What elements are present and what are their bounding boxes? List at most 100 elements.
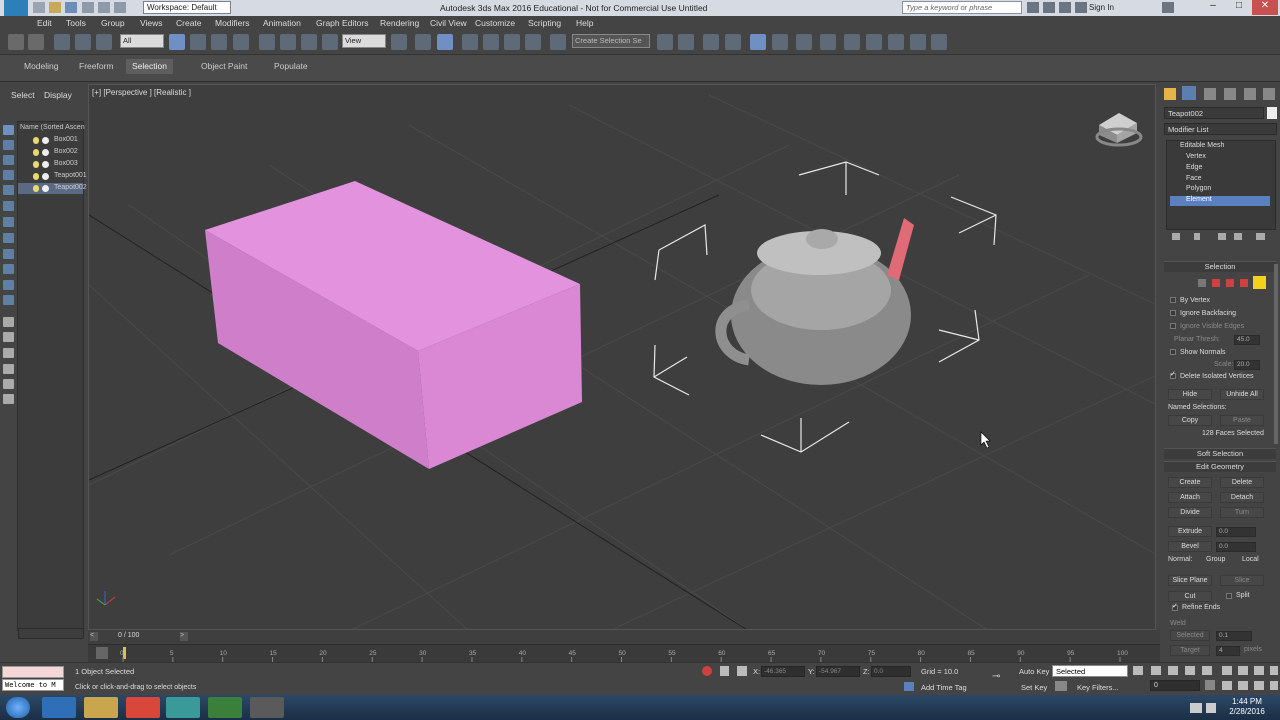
go-to-end-icon[interactable] (1202, 666, 1212, 675)
refine-ends-checkbox[interactable] (1172, 602, 1178, 611)
redo-icon[interactable] (98, 2, 110, 13)
object-name-field[interactable]: Teapot002 (1164, 107, 1264, 119)
pin-stack-icon[interactable] (1172, 233, 1180, 240)
x-coordinate-field[interactable]: -46.365 (761, 666, 805, 677)
display-cameras-icon[interactable] (3, 217, 14, 227)
perspective-viewport[interactable]: [+] [Perspective ] [Realistic ] (88, 84, 1156, 630)
display-bones-icon[interactable] (3, 295, 14, 305)
teapot-object[interactable] (715, 218, 914, 385)
render-activeshade-icon[interactable] (910, 34, 926, 50)
menu-rendering[interactable]: Rendering (380, 18, 419, 28)
menu-animation[interactable]: Animation (263, 18, 301, 28)
maxscript-listener-input[interactable] (2, 666, 64, 678)
stack-vertex[interactable]: Vertex (1170, 153, 1270, 163)
app-menu-icon[interactable] (4, 0, 28, 16)
hide-button[interactable]: Hide (1168, 389, 1212, 400)
render-iterative-icon[interactable] (888, 34, 904, 50)
extrude-button[interactable]: Extrude (1168, 526, 1212, 537)
rotate-icon[interactable] (280, 34, 296, 50)
workspace-dropdown[interactable]: Workspace: Default (143, 1, 231, 14)
menu-civil-view[interactable]: Civil View (430, 18, 467, 28)
subscription-icon[interactable] (1043, 2, 1055, 13)
hierarchy-tab-icon[interactable] (1204, 88, 1216, 100)
stack-face[interactable]: Face (1170, 175, 1270, 185)
bulb-icon[interactable] (33, 173, 39, 180)
menu-customize[interactable]: Customize (475, 18, 515, 28)
mirror-icon[interactable] (657, 34, 673, 50)
project-folder-icon[interactable] (114, 2, 126, 13)
bulb-icon[interactable] (33, 161, 39, 168)
edge-mode-icon[interactable] (1212, 279, 1220, 287)
filter-icon[interactable] (3, 364, 14, 374)
rendered-frame-window-icon[interactable] (844, 34, 860, 50)
place-icon[interactable] (322, 34, 338, 50)
weld-target-button[interactable]: Target (1170, 645, 1210, 656)
help-icon[interactable] (1162, 2, 1174, 13)
face-mode-icon[interactable] (1226, 279, 1234, 287)
selection-lock-icon[interactable] (720, 666, 729, 676)
time-slider-next[interactable]: > (180, 632, 188, 641)
play-icon[interactable] (1168, 666, 1178, 675)
modifier-list-dropdown[interactable]: Modifier List (1164, 123, 1277, 135)
column-header-name[interactable]: Name (Sorted Ascen (20, 124, 85, 131)
scale-spinner[interactable]: 20.0 (1234, 360, 1260, 370)
key-mode-dropdown[interactable]: Selected (1052, 665, 1128, 677)
menu-modifiers[interactable]: Modifiers (215, 18, 249, 28)
percent-snap-icon[interactable] (504, 34, 520, 50)
stack-editable-mesh[interactable]: Editable Mesh (1170, 142, 1270, 152)
previous-frame-icon[interactable] (1151, 666, 1161, 675)
delete-button[interactable]: Delete (1220, 477, 1264, 488)
planar-thresh-spinner[interactable]: 45.0 (1234, 335, 1260, 345)
bulb-icon[interactable] (33, 185, 39, 192)
list-item[interactable]: Box002 (18, 147, 83, 158)
set-key-icon[interactable]: ⊸ (992, 671, 1010, 683)
orbit-icon[interactable] (1254, 681, 1264, 690)
menu-create[interactable]: Create (176, 18, 202, 28)
tab-object-paint[interactable]: Object Paint (195, 59, 253, 74)
next-frame-icon[interactable] (1185, 666, 1195, 675)
display-tab-icon[interactable] (1244, 88, 1256, 100)
new-scene-icon[interactable] (33, 2, 45, 13)
save-file-icon[interactable] (65, 2, 77, 13)
isolate-selection-icon[interactable] (702, 666, 712, 676)
slice-button[interactable]: Slice (1220, 575, 1264, 586)
track-bar[interactable]: 0 5 10 15 20 25 30 35 40 45 50 55 60 65 70 75 80 85 90 95 10… (88, 644, 1160, 662)
scale-icon[interactable] (301, 34, 317, 50)
selection-filter-dropdown[interactable]: All (120, 34, 164, 48)
open-file-icon[interactable] (49, 2, 61, 13)
configure-modifier-sets-icon[interactable] (1256, 233, 1265, 240)
menu-tools[interactable]: Tools (66, 18, 86, 28)
turn-button[interactable]: Turn (1220, 507, 1264, 518)
tab-selection[interactable]: Selection (126, 59, 173, 74)
display-shapes-icon[interactable] (3, 185, 14, 195)
start-button[interactable] (6, 697, 30, 718)
set-key-button[interactable]: Set Key (1021, 683, 1047, 692)
move-icon[interactable] (259, 34, 275, 50)
spinner-snap-icon[interactable] (525, 34, 541, 50)
rectangular-selection-icon[interactable] (211, 34, 227, 50)
motion-tab-icon[interactable] (1224, 88, 1236, 100)
favorites-icon[interactable] (1075, 2, 1087, 13)
angle-snap-icon[interactable] (483, 34, 499, 50)
slice-plane-button[interactable]: Slice Plane (1168, 575, 1212, 586)
display-xrefs-icon[interactable] (3, 280, 14, 290)
remove-modifier-icon[interactable] (1234, 233, 1242, 240)
modify-tab-icon[interactable] (1182, 86, 1196, 100)
edit-geometry-rollout-header[interactable]: Edit Geometry (1164, 461, 1276, 472)
cut-button[interactable]: Cut (1168, 591, 1212, 602)
layer-manager-icon[interactable] (703, 34, 719, 50)
split-checkbox[interactable] (1226, 593, 1232, 599)
display-geometry-icon[interactable] (3, 170, 14, 180)
show-end-result-icon[interactable] (1194, 233, 1200, 240)
selection-rollout-header[interactable]: Selection (1164, 261, 1276, 272)
redo-icon[interactable] (28, 34, 44, 50)
menu-help[interactable]: Help (576, 18, 593, 28)
display-helpers-icon[interactable] (3, 233, 14, 243)
create-tab-icon[interactable] (1164, 88, 1176, 100)
y-coordinate-field[interactable]: -54.967 (816, 666, 860, 677)
show-normals-checkbox[interactable] (1170, 349, 1176, 355)
command-panel-scrollbar[interactable] (1274, 264, 1278, 444)
display-spacewarps-icon[interactable] (3, 249, 14, 259)
time-slider[interactable]: < 0 / 100 > (88, 630, 1160, 644)
normal-local-radio[interactable]: Local (1242, 556, 1259, 563)
